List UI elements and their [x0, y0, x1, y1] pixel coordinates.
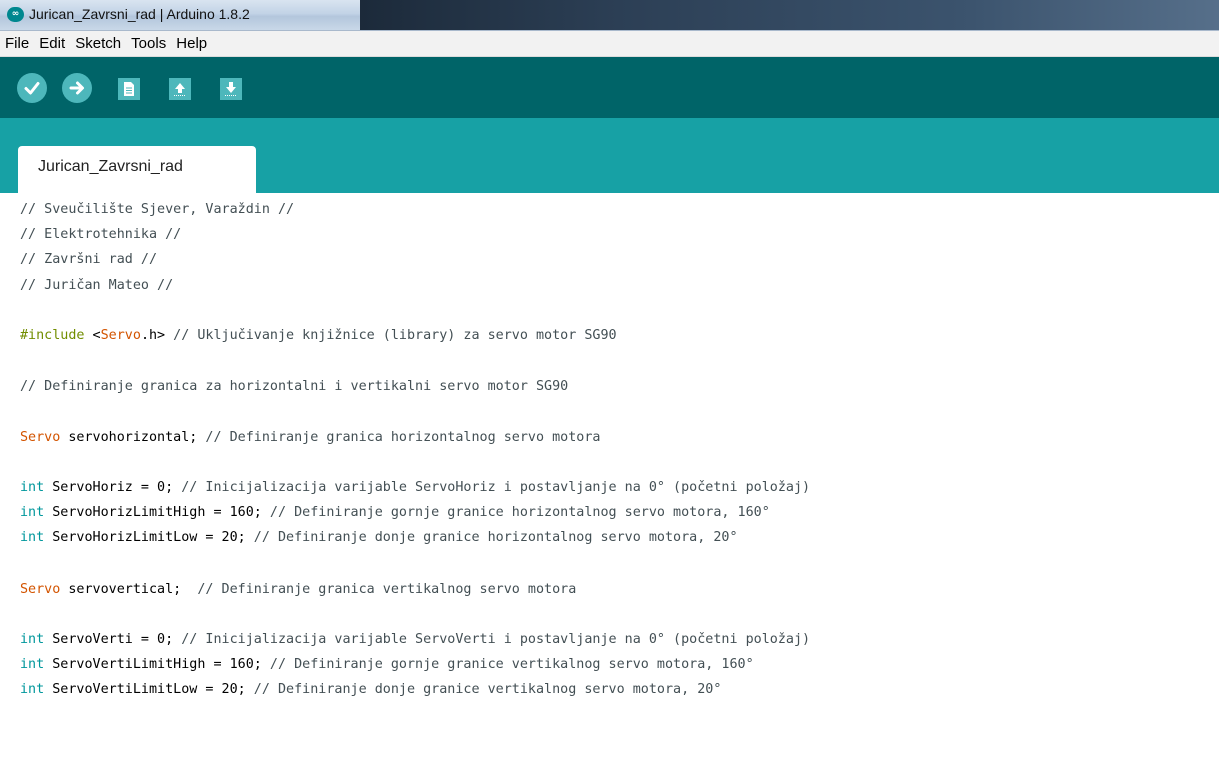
new-sketch-button[interactable]: [118, 78, 140, 100]
code-text: ServoVerti = 0;: [44, 632, 174, 647]
menu-bar: File Edit Sketch Tools Help: [0, 31, 1219, 57]
checkmark-icon: [24, 82, 40, 95]
comment: // Inicijalizacija varijable ServoHoriz …: [173, 480, 811, 495]
upload-button[interactable]: [62, 73, 92, 103]
keyword: int: [20, 480, 45, 495]
arduino-infinity-icon: ∞: [7, 7, 24, 22]
comment: // Završni rad //: [20, 252, 158, 267]
code-line-12: int ServoHoriz = 0; // Inicijalizacija v…: [20, 477, 810, 499]
comment: // Juričan Mateo //: [20, 278, 174, 293]
menu-help[interactable]: Help: [173, 31, 209, 56]
tab-label: Jurican_Zavrsni_rad: [38, 158, 183, 175]
menu-edit[interactable]: Edit: [36, 31, 67, 56]
menu-tools[interactable]: Tools: [128, 31, 168, 56]
code-line-19: int ServoVertiLimitHigh = 160; // Defini…: [20, 654, 754, 676]
save-sketch-button[interactable]: [220, 78, 242, 100]
code-line-20: int ServoVertiLimitLow = 20; // Definira…: [20, 679, 721, 701]
class-name: Servo: [20, 430, 61, 445]
code-line-13: int ServoHorizLimitHigh = 160; // Defini…: [20, 502, 770, 524]
menu-sketch[interactable]: Sketch: [72, 31, 123, 56]
code-line-10: Servo servohorizontal; // Definiranje gr…: [20, 427, 600, 449]
comment: // Definiranje granica horizontalnog ser…: [197, 430, 601, 445]
code-line-3: // Završni rad //: [20, 249, 157, 271]
window-title: Jurican_Zavrsni_rad | Arduino 1.8.2: [29, 6, 250, 22]
code-text: ServoHorizLimitHigh = 160;: [44, 505, 262, 520]
arrow-right-icon: [69, 81, 84, 95]
class-name: Servo: [100, 328, 141, 343]
comment: // Inicijalizacija varijable ServoVerti …: [173, 632, 811, 647]
comment: // Definiranje donje granice horizontaln…: [245, 530, 738, 545]
keyword: int: [20, 682, 45, 697]
code-text: servohorizontal;: [60, 430, 198, 445]
keyword: int: [20, 530, 45, 545]
code-line-14: int ServoHorizLimitLow = 20; // Definira…: [20, 527, 738, 549]
arrow-down-icon: [225, 82, 237, 96]
code-text: ServoVertiLimitHigh = 160;: [44, 657, 262, 672]
keyword: int: [20, 632, 45, 647]
arrow-up-icon: [174, 83, 186, 96]
code-line-8: // Definiranje granica za horizontalni i…: [20, 376, 568, 398]
code-line-1: // Sveučilište Sjever, Varaždin //: [20, 199, 294, 221]
code-line-2: // Elektrotehnika //: [20, 224, 181, 246]
comment: // Definiranje gornje granice vertikalno…: [261, 657, 754, 672]
document-icon: [124, 82, 134, 96]
code-text: .h>: [140, 328, 166, 343]
tab-jurican-zavrsni-rad[interactable]: Jurican_Zavrsni_rad: [18, 146, 256, 193]
verify-button[interactable]: [17, 73, 47, 103]
window-title-bar[interactable]: ∞ Jurican_Zavrsni_rad | Arduino 1.8.2: [0, 0, 1219, 31]
code-text: servovertical;: [60, 582, 182, 597]
code-line-6: #include <Servo.h> // Uključivanje knjiž…: [20, 325, 617, 347]
tab-strip: Jurican_Zavrsni_rad: [0, 118, 1219, 193]
code-text: ServoHorizLimitLow = 20;: [44, 530, 246, 545]
comment: // Definiranje donje granice vertikalnog…: [245, 682, 722, 697]
keyword: int: [20, 657, 45, 672]
comment: // Sveučilište Sjever, Varaždin //: [20, 202, 295, 217]
class-name: Servo: [20, 582, 61, 597]
comment: // Definiranje granica vertikalnog servo…: [181, 582, 577, 597]
comment: // Definiranje granica za horizontalni i…: [20, 379, 569, 394]
title-bar-glass: [360, 0, 1219, 30]
code-text: ServoVertiLimitLow = 20;: [44, 682, 246, 697]
code-line-4: // Juričan Mateo //: [20, 275, 173, 297]
open-sketch-button[interactable]: [169, 78, 191, 100]
code-line-16: Servo servovertical; // Definiranje gran…: [20, 579, 576, 601]
code-text: <: [84, 328, 101, 343]
comment: // Elektrotehnika //: [20, 227, 182, 242]
comment: // Definiranje gornje granice horizontal…: [261, 505, 770, 520]
menu-file[interactable]: File: [0, 31, 31, 56]
comment: // Uključivanje knjižnice (library) za s…: [165, 328, 617, 343]
code-text: ServoHoriz = 0;: [44, 480, 174, 495]
keyword: int: [20, 505, 45, 520]
code-editor[interactable]: // Sveučilište Sjever, Varaždin // // El…: [0, 193, 1219, 780]
preprocessor-directive: #include: [20, 328, 85, 343]
code-line-18: int ServoVerti = 0; // Inicijalizacija v…: [20, 629, 810, 651]
